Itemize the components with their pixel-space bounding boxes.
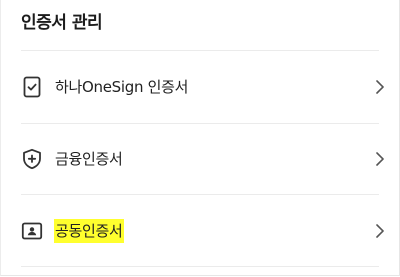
chevron-right-icon bbox=[376, 80, 384, 94]
list-item-label: 공동인증서 bbox=[54, 219, 124, 243]
divider bbox=[21, 194, 379, 195]
certificate-management-panel: 인증서 관리 하나OneSign 인증서 금융인증서 공동인증서 bbox=[0, 0, 400, 276]
divider bbox=[21, 266, 379, 267]
list-item-financial-certificate[interactable]: 금융인증서 bbox=[1, 124, 400, 194]
list-item-label: 금융인증서 bbox=[55, 150, 123, 168]
chevron-right-icon bbox=[376, 224, 384, 238]
list-item-label: 하나OneSign 인증서 bbox=[55, 78, 189, 96]
list-item-onesign-certificate[interactable]: 하나OneSign 인증서 bbox=[1, 52, 400, 122]
shield-plus-icon bbox=[23, 148, 41, 170]
section-title: 인증서 관리 bbox=[21, 13, 103, 33]
id-card-icon bbox=[21, 222, 43, 240]
phone-check-icon bbox=[23, 76, 41, 98]
list-item-joint-certificate[interactable]: 공동인증서 bbox=[1, 196, 400, 266]
divider bbox=[21, 50, 379, 51]
chevron-right-icon bbox=[376, 152, 384, 166]
